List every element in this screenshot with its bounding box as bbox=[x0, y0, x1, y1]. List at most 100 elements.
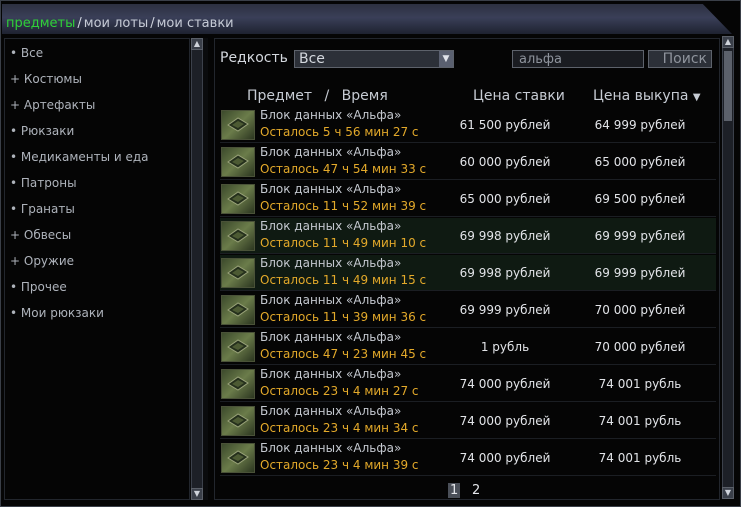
search-button[interactable]: Поиск bbox=[648, 50, 712, 68]
data-block-icon bbox=[221, 369, 255, 399]
bid-price: 60 000 рублей bbox=[459, 155, 551, 169]
time-left: Осталось 11 ч 49 мин 15 с bbox=[260, 273, 427, 287]
data-block-icon bbox=[221, 406, 255, 436]
category-suits[interactable]: + Костюмы bbox=[10, 72, 82, 86]
item-name: Блок данных «Альфа» bbox=[260, 182, 402, 196]
lot-row[interactable]: Блок данных «Альфа» Осталось 11 ч 49 мин … bbox=[220, 218, 716, 254]
column-bid[interactable]: Цена ставки bbox=[473, 88, 565, 104]
tab-my-lots[interactable]: мои лоты bbox=[84, 16, 148, 31]
bid-price: 74 000 рублей bbox=[459, 451, 551, 465]
buyout-price: 69 999 рублей bbox=[594, 229, 686, 243]
item-name: Блок данных «Альфа» bbox=[260, 330, 402, 344]
category-grenades[interactable]: • Гранаты bbox=[10, 202, 75, 216]
data-block-icon bbox=[221, 147, 255, 177]
scroll-down-icon[interactable]: ▼ bbox=[191, 488, 203, 500]
buyout-price: 70 000 рублей bbox=[594, 340, 686, 354]
data-block-icon bbox=[221, 258, 255, 288]
data-block-icon bbox=[221, 443, 255, 473]
lot-row[interactable]: Блок данных «Альфа» Осталось 47 ч 54 мин … bbox=[220, 144, 716, 180]
lot-row[interactable]: Блок данных «Альфа» Осталось 47 ч 23 мин … bbox=[220, 329, 716, 365]
item-name: Блок данных «Альфа» bbox=[260, 219, 402, 233]
category-medicine-food[interactable]: • Медикаменты и еда bbox=[10, 150, 149, 164]
scroll-down-icon[interactable]: ▼ bbox=[722, 487, 734, 499]
category-ammo[interactable]: • Патроны bbox=[10, 176, 77, 190]
tab-separator: / bbox=[77, 16, 82, 31]
column-time[interactable]: Время bbox=[342, 88, 388, 104]
lot-row[interactable]: Блок данных «Альфа» Осталось 11 ч 52 мин … bbox=[220, 181, 716, 217]
buyout-price: 74 001 рубль bbox=[598, 414, 682, 428]
tab-bar: предметы / мои лоты / мои ставки bbox=[6, 16, 234, 31]
column-buyout[interactable]: Цена выкупа ▼ bbox=[593, 88, 701, 104]
bid-price: 74 000 рублей bbox=[459, 377, 551, 391]
column-item-time[interactable]: Предмет / Время bbox=[247, 88, 388, 104]
search-value: альфа bbox=[519, 52, 563, 67]
category-attachments[interactable]: + Обвесы bbox=[10, 228, 71, 242]
rarity-value: Все bbox=[299, 51, 325, 67]
lot-row[interactable]: Блок данных «Альфа» Осталось 23 ч 4 мин 3… bbox=[220, 440, 716, 476]
time-left: Осталось 11 ч 39 мин 36 с bbox=[260, 310, 427, 324]
lot-row[interactable]: Блок данных «Альфа» Осталось 5 ч 56 мин 2… bbox=[220, 107, 716, 143]
buyout-price: 74 001 рубль bbox=[598, 451, 682, 465]
buyout-price: 64 999 рублей bbox=[594, 118, 686, 132]
bid-price: 65 000 рублей bbox=[459, 192, 551, 206]
rarity-label: Редкость bbox=[220, 50, 288, 66]
item-name: Блок данных «Альфа» bbox=[260, 145, 402, 159]
scroll-up-icon[interactable]: ▲ bbox=[722, 36, 734, 48]
category-artifacts[interactable]: + Артефакты bbox=[10, 98, 95, 112]
category-backpacks[interactable]: • Рюкзаки bbox=[10, 124, 74, 138]
category-all[interactable]: • Все bbox=[10, 46, 43, 60]
time-left: Осталось 11 ч 52 мин 39 с bbox=[260, 199, 427, 213]
time-left: Осталось 23 ч 4 мин 34 с bbox=[260, 421, 419, 435]
search-input[interactable]: альфа bbox=[512, 50, 644, 68]
category-my-backpacks[interactable]: • Мои рюкзаки bbox=[10, 306, 104, 320]
tab-items[interactable]: предметы bbox=[6, 16, 75, 31]
rarity-select[interactable]: Все ▼ bbox=[294, 50, 454, 68]
item-name: Блок данных «Альфа» bbox=[260, 404, 402, 418]
chevron-down-icon[interactable]: ▼ bbox=[439, 51, 453, 67]
category-weapons[interactable]: + Оружие bbox=[10, 254, 74, 268]
category-other[interactable]: • Прочее bbox=[10, 280, 67, 294]
lot-row[interactable]: Блок данных «Альфа» Осталось 11 ч 39 мин … bbox=[220, 292, 716, 328]
buyout-price: 69 999 рублей bbox=[594, 266, 686, 280]
time-left: Осталось 23 ч 4 мин 27 с bbox=[260, 384, 419, 398]
bid-price: 69 999 рублей bbox=[459, 303, 551, 317]
item-name: Блок данных «Альфа» bbox=[260, 108, 402, 122]
lot-row[interactable]: Блок данных «Альфа» Осталось 23 ч 4 мин 3… bbox=[220, 403, 716, 439]
lot-row[interactable]: Блок данных «Альфа» Осталось 11 ч 49 мин … bbox=[220, 255, 716, 291]
time-left: Осталось 47 ч 54 мин 33 с bbox=[260, 162, 427, 176]
tab-my-bids[interactable]: мои ставки bbox=[157, 16, 234, 31]
data-block-icon bbox=[221, 295, 255, 325]
data-block-icon bbox=[221, 184, 255, 214]
scroll-thumb[interactable] bbox=[724, 51, 732, 121]
tab-separator: / bbox=[150, 16, 155, 31]
time-left: Осталось 5 ч 56 мин 27 с bbox=[260, 125, 419, 139]
item-name: Блок данных «Альфа» bbox=[260, 367, 402, 381]
time-left: Осталось 23 ч 4 мин 39 с bbox=[260, 458, 419, 472]
time-left: Осталось 11 ч 49 мин 10 с bbox=[260, 236, 427, 250]
bid-price: 74 000 рублей bbox=[459, 414, 551, 428]
sort-down-icon[interactable]: ▼ bbox=[693, 92, 701, 103]
bid-price: 69 998 рублей bbox=[459, 229, 551, 243]
page-1-button[interactable]: 1 bbox=[448, 483, 461, 498]
column-slash: / bbox=[324, 88, 330, 104]
column-item[interactable]: Предмет bbox=[247, 88, 312, 104]
buyout-price: 65 000 рублей bbox=[594, 155, 686, 169]
bid-price: 69 998 рублей bbox=[459, 266, 551, 280]
buyout-price: 74 001 рубль bbox=[598, 377, 682, 391]
data-block-icon bbox=[221, 221, 255, 251]
data-block-icon bbox=[221, 332, 255, 362]
page-2-button[interactable]: 2 bbox=[472, 483, 480, 498]
scroll-up-icon[interactable]: ▲ bbox=[191, 38, 203, 50]
bid-price: 1 рубль bbox=[480, 340, 530, 354]
lots-scrollbar[interactable]: ▲ ▼ bbox=[722, 36, 734, 499]
buyout-price: 69 500 рублей bbox=[594, 192, 686, 206]
item-name: Блок данных «Альфа» bbox=[260, 293, 402, 307]
item-name: Блок данных «Альфа» bbox=[260, 441, 402, 455]
lot-row[interactable]: Блок данных «Альфа» Осталось 23 ч 4 мин 2… bbox=[220, 366, 716, 402]
buyout-price: 70 000 рублей bbox=[594, 303, 686, 317]
data-block-icon bbox=[221, 110, 255, 140]
category-scrollbar[interactable]: ▲ ▼ bbox=[191, 38, 203, 500]
column-buyout-label[interactable]: Цена выкупа bbox=[593, 88, 688, 104]
bid-price: 61 500 рублей bbox=[459, 118, 551, 132]
time-left: Осталось 47 ч 23 мин 45 с bbox=[260, 347, 427, 361]
